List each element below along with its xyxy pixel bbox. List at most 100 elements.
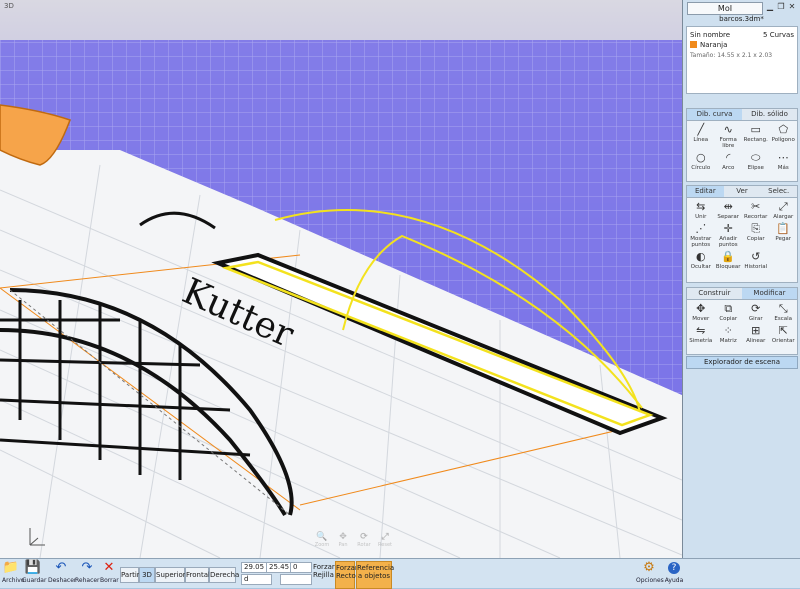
close-icon[interactable]: ✕ [787,2,797,12]
title-bar: MoI ▁ ❐ ✕ [683,0,800,15]
save-button[interactable]: 💾 Guardar [22,560,46,585]
tab-edit-2[interactable]: Selec. [760,186,797,197]
coord-angle-field[interactable] [280,574,312,585]
edit-tool-0[interactable]: ⇆ Unir [687,200,715,220]
viewport-label: 3D [4,2,14,10]
options-button[interactable]: ⚙ Opciones [636,561,664,585]
transform-tool-0-icon: ✥ [696,302,706,315]
app-title: MoI [687,2,763,15]
edit-tool-label: Añadir puntos [718,236,738,248]
draw-tool-label: Rectang. [743,137,768,143]
undo-icon: ↶ [55,560,67,575]
draw-tool-label: Forma libre [719,137,737,149]
draw-tool-7[interactable]: ⋯ Más [770,151,798,171]
edit-tool-label: Pegar [775,236,792,242]
transform-tool-label: Escala [774,316,793,322]
object-size: Tamaño: 14.55 x 2.1 x 2.03 [690,52,773,59]
3d-view-button[interactable]: 3D [139,567,155,583]
grid-snap-toggle[interactable]: Forzar Rejilla [313,561,335,587]
transform-tool-5[interactable]: ⁘ Matriz [715,324,743,344]
help-label: Ayuda [664,577,684,584]
straight-snap-toggle[interactable]: Forzar Recto [335,561,358,589]
tab-draw-1[interactable]: Dib. sólido [742,109,797,120]
transform-tool-0[interactable]: ✥ Mover [687,302,715,322]
edit-tool-label: Separar [717,214,740,220]
draw-tool-0[interactable]: ╱ Línea [687,123,715,149]
object-name[interactable]: Sin nombre [690,31,730,39]
tab-edit-0[interactable]: Editar [687,186,724,197]
scene-browser-button[interactable]: Explorador de escena [686,356,798,369]
help-button[interactable]: ? Ayuda [664,561,684,584]
edit-tool-6[interactable]: ⎘ Copiar [742,222,770,248]
bottom-toolbar: 📁 Archivo 💾 Guardar ↶ Deshacer ↷ Rehacer… [0,558,800,589]
edit-tool-9[interactable]: 🔒 Bloquear [715,250,743,270]
style-swatch[interactable] [690,41,697,48]
draw-tool-1-icon: ∿ [723,123,733,136]
undo-button[interactable]: ↶ Deshacer [48,560,76,585]
draw-tool-1[interactable]: ∿ Forma libre [715,123,743,149]
draw-tool-label: Polígono [771,137,795,143]
properties-panel: Sin nombre 5 Curvas Naranja Tamaño: 14.5… [686,26,798,94]
reset-icon[interactable]: ⤢ Reset [376,532,394,554]
edit-tool-5[interactable]: ✛ Añadir puntos [715,222,743,248]
draw-tool-3[interactable]: ⬠ Polígono [770,123,798,149]
transform-tool-label: Copiar [719,316,738,322]
draw-tool-4-icon: ○ [695,151,706,164]
edit-tool-label: Copiar [746,236,765,242]
edit-tool-1[interactable]: ⇹ Separar [715,200,743,220]
draw-tool-6[interactable]: ⬭ Elipse [742,151,770,171]
delete-button[interactable]: ✕ Borrar [100,561,119,585]
options-label: Opciones [636,577,664,584]
transform-tool-1[interactable]: ⧉ Copiar [715,302,743,322]
tab-edit-1[interactable]: Ver [724,186,761,197]
restore-icon[interactable]: ❐ [776,2,786,12]
object-snap-toggle[interactable]: Referencia a objetos [356,561,394,589]
coord-z-field[interactable]: 0 [290,562,312,573]
transform-tool-label: Girar [748,316,763,322]
draw-tool-0-icon: ╱ [697,123,705,136]
view-navigation[interactable]: 🔍 Zoom ✥ Pan ⟳ Rotar ⤢ Reset [313,532,394,554]
transform-tool-6-icon: ⊞ [751,324,761,337]
rotate-icon[interactable]: ⟳ Rotar [355,532,373,554]
edit-tool-8[interactable]: ◐ Ocultar [687,250,715,270]
pan-icon[interactable]: ✥ Pan [334,532,352,554]
transform-tool-2[interactable]: ⟳ Girar [742,302,770,322]
top-view-button[interactable]: Superior [155,567,186,583]
edit-tool-3[interactable]: ⤢ Alargar [770,200,798,220]
draw-tool-5-icon: ◜ [726,151,731,164]
zoom-icon[interactable]: 🔍 Zoom [313,532,331,554]
redo-button[interactable]: ↷ Rehacer [75,561,100,585]
front-view-button[interactable]: Frontal [185,567,210,583]
coord-x-field[interactable]: 29.05 [241,562,267,573]
draw-tool-5[interactable]: ◜ Arco [715,151,743,171]
3d-viewport[interactable]: Kutter 3D 🔍 Zoom ✥ Pan ⟳ Rotar ⤢ Reset [0,0,683,558]
coord-distance-field[interactable]: d [241,574,272,585]
file-button[interactable]: 📁 Archivo [2,561,24,585]
edit-tool-4[interactable]: ⋰ Mostrar puntos [687,222,715,248]
transform-tool-7[interactable]: ⇱ Orientar [770,324,798,344]
split-view-button[interactable]: Partir [120,567,140,583]
transform-tool-6[interactable]: ⊞ Alinear [742,324,770,344]
transform-tool-3[interactable]: ⤡ Escala [770,302,798,322]
transform-tool-4[interactable]: ⇋ Simetría [687,324,715,344]
style-name[interactable]: Naranja [700,41,727,49]
draw-palette: Dib. curva Dib. sólido ╱ Línea ∿ Forma libre… [686,108,798,182]
transform-tool-4-icon: ⇋ [696,324,706,337]
edit-tool-7[interactable]: 📋 Pegar [770,222,798,248]
draw-tool-label: Arco [722,165,735,171]
save-icon: 💾 [24,560,42,575]
edit-tool-10[interactable]: ↺ Historial [742,250,770,270]
draw-tool-4[interactable]: ○ Círculo [687,151,715,171]
transform-tool-7-icon: ⇱ [778,324,788,337]
minimize-icon[interactable]: ▁ [765,2,775,12]
draw-tool-6-icon: ⬭ [751,151,761,164]
tab-draw-0[interactable]: Dib. curva [687,109,742,120]
right-view-button[interactable]: Derecha [209,567,239,583]
edit-tool-2[interactable]: ✂ Recortar [742,200,770,220]
tab-transform-0[interactable]: Construir [687,288,742,299]
scene-canvas[interactable]: Kutter [0,0,682,558]
coord-y-field[interactable]: 25.45 [266,562,292,573]
draw-tool-2[interactable]: ▭ Rectang. [742,123,770,149]
tab-transform-1[interactable]: Modificar [742,288,797,299]
edit-palette: Editar Ver Selec. ⇆ Unir ⇹ Separar ✂ Recortar ⤢ A… [686,185,798,283]
